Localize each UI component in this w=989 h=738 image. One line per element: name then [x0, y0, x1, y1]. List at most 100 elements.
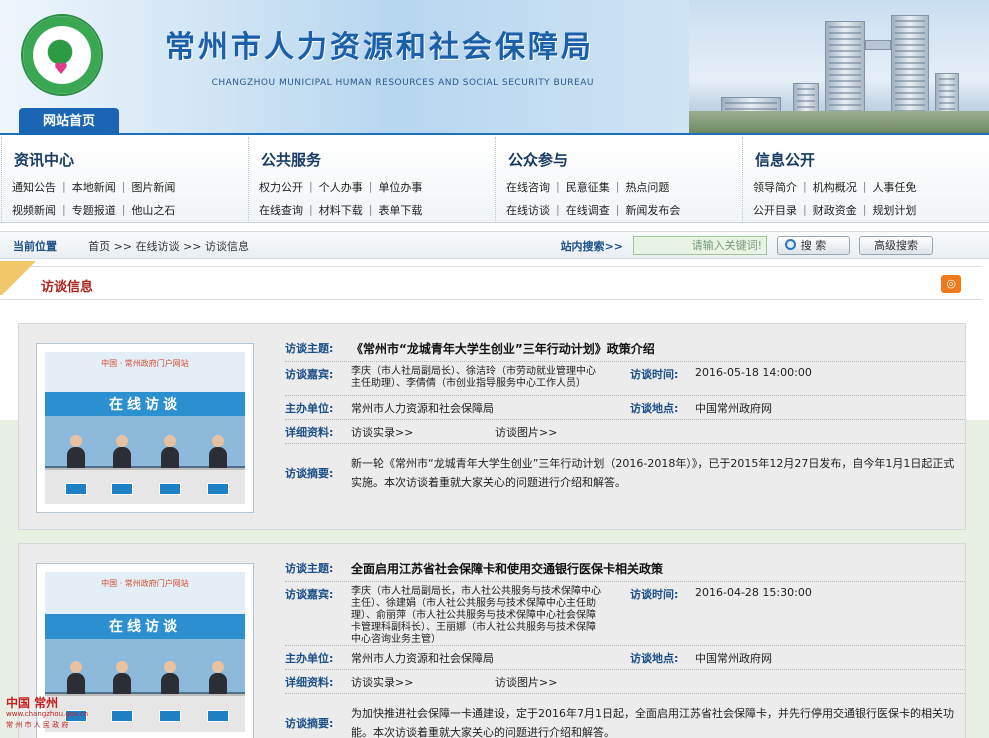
interview-field-row: 访谈嘉宾: 李庆（市人社局副局长，市人社公共服务与技术保障中心主任）、徐建娟（市人…: [285, 582, 965, 646]
section-title: 访谈信息: [41, 280, 94, 295]
nav-separator: |: [615, 180, 620, 193]
nav-link[interactable]: 新闻发布会: [625, 202, 680, 218]
photos-link[interactable]: 访谈图片>>: [495, 424, 557, 440]
nav-column-content: 信息公开 领导简介 | 机构概况 | 人事任免 公开目录 | 财政资金 | 规划计划: [743, 137, 989, 223]
nav-row: 在线查询 | 材料下载 | 表单下载: [259, 198, 485, 221]
time-label: 访谈时间:: [630, 588, 679, 601]
transcript-link[interactable]: 访谈实录>>: [351, 674, 413, 690]
nav-column-title[interactable]: 信息公开: [755, 149, 815, 170]
interview-card: 中国 · 常州政府门户网站 在线访谈 访谈主题: 《常州市“龙城青年大学生创业”三年行…: [18, 323, 966, 530]
guests-value: 李庆（市人社局副局长）、徐洁玲（市劳动就业管理中心主任助理）、李倩倩（市创业指导…: [351, 366, 596, 389]
time-value: 2016-04-28 15:30:00: [695, 586, 812, 599]
nav-separator: |: [556, 203, 560, 216]
nav-column-title[interactable]: 公共服务: [261, 149, 321, 170]
nav-link[interactable]: 在线咨询: [506, 179, 550, 195]
theme-label: 访谈主题:: [285, 342, 334, 355]
photo-nameplate: [207, 710, 229, 723]
nav-separator: |: [121, 203, 126, 216]
nav-column-content: 资讯中心通知公告 | 本地新闻 | 图片新闻视频新闻 | 专题报道 | 他山之石: [2, 137, 248, 223]
nav-separator: |: [368, 180, 373, 193]
nav-separator: |: [556, 180, 560, 193]
interview-field-row: 详细资料: 访谈实录>> 访谈图片>>: [285, 420, 965, 444]
interview-theme-link[interactable]: 全面启用江苏省社会保障卡和使用交通银行医保卡相关政策: [351, 560, 663, 577]
nav-links: 领导简介 | 机构概况 | 人事任免 公开目录 | 财政资金 | 规划计划: [753, 175, 979, 221]
nav-link[interactable]: 视频新闻: [12, 202, 56, 218]
nav-link[interactable]: 在线访谈: [506, 202, 550, 218]
nav-link[interactable]: 规划计划: [872, 202, 916, 218]
search-input[interactable]: 请输入关键词!: [633, 236, 767, 255]
breadcrumb-online-interview[interactable]: 在线访谈: [136, 240, 180, 253]
nav-link[interactable]: 在线调查: [566, 202, 610, 218]
nav-separator: |: [62, 203, 66, 216]
host-value: 常州市人力资源和社会保障局: [351, 652, 494, 665]
nav-link[interactable]: 权力公开: [259, 179, 303, 195]
time-value: 2016-05-18 14:00:00: [695, 366, 812, 379]
nav-separator: |: [368, 203, 373, 216]
site-subtitle: CHANGZHOU MUNICIPAL HUMAN RESOURCES AND …: [211, 78, 594, 88]
breadcrumb-home[interactable]: 首页: [88, 240, 110, 253]
nav-column-title[interactable]: 公众参与: [508, 149, 568, 170]
nav-link[interactable]: 个人办事: [319, 179, 363, 195]
nav-link[interactable]: 表单下载: [378, 202, 422, 218]
rss-icon[interactable]: ◎: [941, 275, 961, 293]
nav-column: 信息公开 领导简介 | 机构概况 | 人事任免 公开目录 | 财政资金 | 规划计划: [742, 137, 989, 223]
nav-link[interactable]: 图片新闻: [131, 179, 175, 195]
nav-separator: |: [309, 180, 313, 193]
nav-link[interactable]: 领导简介: [753, 179, 797, 195]
time-label: 访谈时间:: [630, 368, 679, 381]
nav-home-tab[interactable]: 网站首页: [19, 108, 119, 135]
nav-column: 公共服务权力公开 | 个人办事 | 单位办事在线查询 | 材料下载 | 表单下载: [248, 137, 495, 223]
nav-row: 领导简介 | 机构概况 | 人事任免: [753, 175, 979, 198]
guests-value: 李庆（市人社局副局长，市人社公共服务与技术保障中心主任）、徐建娟（市人社公共服务…: [351, 586, 601, 645]
nav-column-content: 公共服务权力公开 | 个人办事 | 单位办事在线查询 | 材料下载 | 表单下载: [249, 137, 495, 223]
summary-text: 新一轮《常州市“龙城青年大学生创业”三年行动计划（2016-2018年）》，已于…: [351, 457, 955, 489]
section-header: ◎ 访谈信息: [0, 261, 981, 300]
nav-link[interactable]: 本地新闻: [72, 179, 116, 195]
interview-text: 访谈主题: 《常州市“龙城青年大学生创业”三年行动计划》政策介绍 访谈嘉宾: 李庆（市…: [265, 324, 965, 529]
interview-theme-link[interactable]: 《常州市“龙城青年大学生创业”三年行动计划》政策介绍: [351, 340, 655, 357]
place-label: 访谈地点:: [630, 652, 679, 665]
nav-link[interactable]: 材料下载: [319, 202, 363, 218]
nav-separator: |: [309, 203, 313, 216]
photos-link[interactable]: 访谈图片>>: [495, 674, 557, 690]
summary-text: 为加快推进社会保障一卡通建设，定于2016年7月1日起，全面启用江苏省社会保障卡…: [351, 707, 954, 738]
photo-nameplate: [65, 482, 87, 495]
city-ground: [689, 111, 989, 133]
nav-link[interactable]: 他山之石: [131, 202, 175, 218]
advanced-search-button[interactable]: 高级搜索: [859, 236, 933, 255]
site-title: 常州市人力资源和社会保障局: [165, 30, 594, 65]
photo-nameplate: [111, 482, 133, 495]
nav-column: 公众参与 在线咨询 | 民意征集 | 热点问题 在线访谈 | 在线调查 | 新闻发布会: [495, 137, 742, 223]
summary-label: 访谈摘要:: [285, 467, 334, 480]
photo-nameplate: [111, 710, 133, 723]
photo-nameplate: [159, 482, 181, 495]
nav-link[interactable]: 机构概况: [813, 179, 857, 195]
interview-field-row: 主办单位: 常州市人力资源和社会保障局 访谈地点: 中国常州政府网: [285, 646, 965, 670]
summary-label: 访谈摘要:: [285, 717, 334, 730]
footer-site-logo: 中国 常州 www.changzhou.gov.cn 常 州 市 人 民 政 府: [0, 692, 100, 738]
nav-link[interactable]: 公开目录: [753, 202, 797, 218]
page: ♥ 常州市人力资源和社会保障局 CHANGZHOU MUNICIPAL HUMA…: [0, 0, 989, 738]
nav-link[interactable]: 通知公告: [12, 179, 56, 195]
breadcrumb-label: 当前位置: [13, 240, 57, 253]
site-banner: ♥ 常州市人力资源和社会保障局 CHANGZHOU MUNICIPAL HUMA…: [0, 0, 989, 135]
nav-link[interactable]: 单位办事: [378, 179, 422, 195]
nav-row: 视频新闻 | 专题报道 | 他山之石: [12, 198, 238, 221]
mirrored-canvas: ♥ 常州市人力资源和社会保障局 CHANGZHOU MUNICIPAL HUMA…: [0, 0, 989, 738]
place-label: 访谈地点:: [630, 402, 679, 415]
nav-link[interactable]: 在线查询: [259, 202, 303, 218]
nav-link[interactable]: 人事任免: [872, 179, 916, 195]
nav-link[interactable]: 热点问题: [625, 179, 669, 195]
site-title-block: 常州市人力资源和社会保障局 CHANGZHOU MUNICIPAL HUMAN …: [124, 22, 594, 88]
nav-link[interactable]: 财政资金: [813, 202, 857, 218]
nav-link[interactable]: 民意征集: [566, 179, 610, 195]
interview-text: 访谈主题: 全面启用江苏省社会保障卡和使用交通银行医保卡相关政策 访谈嘉宾: 李庆（市…: [265, 544, 965, 738]
nav-row: 通知公告 | 本地新闻 | 图片新闻: [12, 175, 238, 198]
nav-separator: |: [62, 180, 66, 193]
nav-column: 资讯中心通知公告 | 本地新闻 | 图片新闻视频新闻 | 专题报道 | 他山之石: [1, 137, 248, 223]
nav-column-title[interactable]: 资讯中心: [14, 149, 74, 170]
transcript-link[interactable]: 访谈实录>>: [351, 424, 413, 440]
photo-nameplate: [207, 482, 229, 495]
nav-link[interactable]: 专题报道: [72, 202, 116, 218]
interview-photo[interactable]: 中国 · 常州政府门户网站 在线访谈: [36, 343, 254, 513]
